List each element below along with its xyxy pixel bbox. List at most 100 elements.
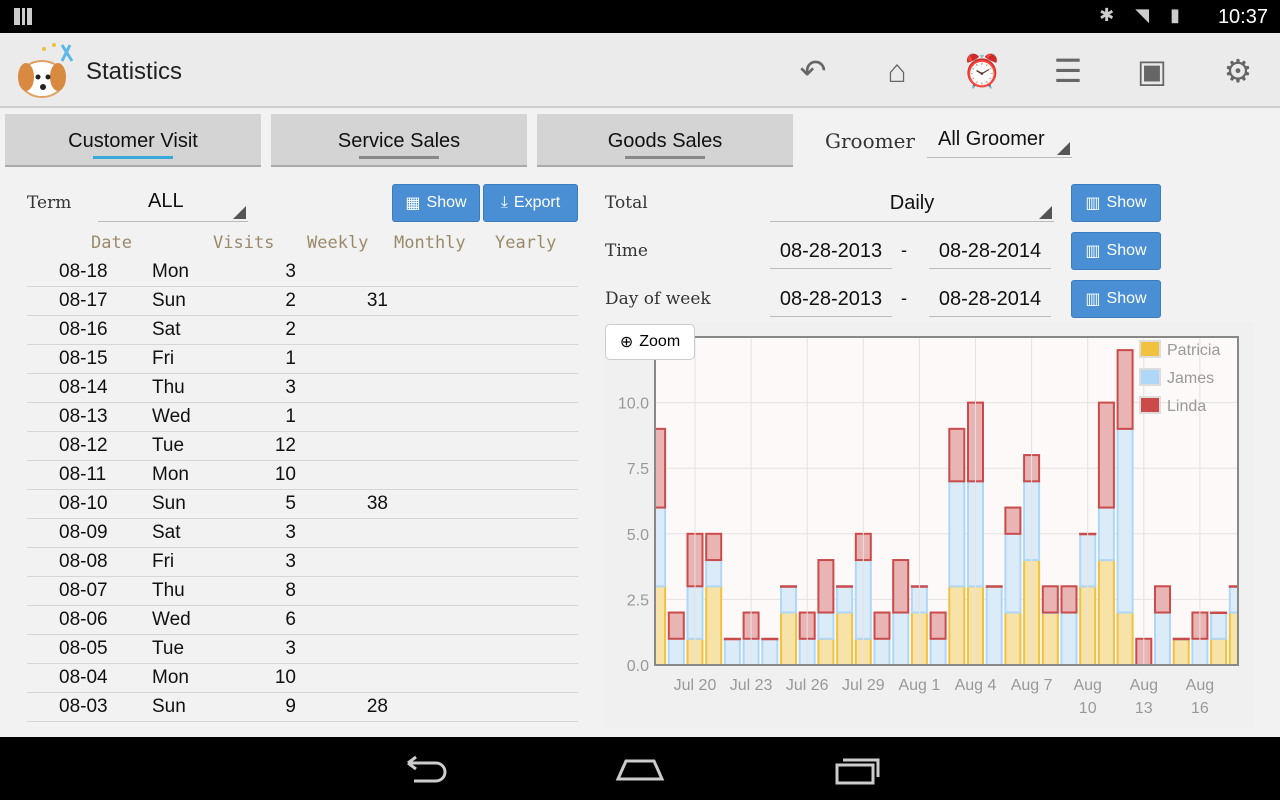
app-logo-icon — [18, 43, 74, 98]
x-tick-label: 13 — [1135, 700, 1153, 717]
table-row: 08-10 Sun 5 38 — [27, 490, 578, 519]
bar-linda — [780, 585, 797, 588]
visits-cell: 5 — [285, 493, 296, 514]
date-cell: 08-04 — [59, 667, 108, 688]
barcode-icon — [14, 8, 32, 25]
term-label: Term — [27, 193, 72, 213]
y-tick-label: 5.0 — [627, 527, 649, 544]
bar-james — [873, 637, 891, 665]
nav-bar — [0, 737, 1280, 800]
visits-cell: 1 — [285, 348, 296, 369]
x-tick-label: Aug 4 — [955, 677, 997, 694]
day-cell: Thu — [152, 377, 185, 398]
home-nav-icon[interactable] — [614, 755, 666, 783]
bar-linda — [817, 559, 835, 614]
x-tick-label: Jul 26 — [786, 677, 829, 694]
table-row: 08-03 Sun 9 28 — [27, 693, 578, 722]
home-icon[interactable]: ⌂ — [877, 51, 917, 91]
header-weekly: Weekly — [307, 233, 369, 253]
bar-linda — [1154, 585, 1171, 614]
day-cell: Mon — [152, 667, 189, 688]
bar-linda — [667, 611, 685, 640]
legend-swatch — [1139, 340, 1161, 358]
visits-cell: 9 — [285, 696, 296, 717]
download-icon: ⤓ — [500, 194, 508, 211]
customers-icon[interactable]: ☰ — [1048, 51, 1088, 91]
day-cell: Sat — [152, 319, 181, 340]
date-cell: 08-13 — [59, 406, 108, 427]
total-value: Daily — [889, 192, 935, 214]
show-label: Show — [1106, 194, 1147, 211]
time-to-field[interactable]: 08-28-2014 — [929, 236, 1051, 269]
dow-from-field[interactable]: 08-28-2013 — [770, 284, 892, 317]
bar-james — [1004, 532, 1022, 614]
bar-linda — [655, 427, 667, 509]
total-select[interactable]: Daily — [770, 188, 1054, 222]
status-bar: ✱ ◥ ▮ 10:37 — [0, 0, 1280, 33]
legend-swatch — [1139, 396, 1161, 414]
dow-show-button[interactable]: ▥ Show — [1071, 280, 1161, 318]
settings-icon[interactable]: ⚙ — [1218, 51, 1258, 91]
day-cell: Mon — [152, 261, 189, 282]
tab-service-sales[interactable]: Service Sales — [271, 114, 527, 167]
bar-james — [892, 611, 910, 665]
bar-linda — [723, 637, 741, 641]
bar-james — [667, 637, 685, 665]
undo-icon[interactable]: ↶ — [793, 51, 833, 91]
bar-linda — [1060, 585, 1078, 614]
table-row: 08-04 Mon 10 — [27, 664, 578, 693]
bar-patricia — [1116, 611, 1134, 665]
bar-linda — [1116, 349, 1134, 430]
date-cell: 08-03 — [59, 696, 108, 717]
visits-cell: 1 — [285, 406, 296, 427]
bar-linda — [1004, 506, 1022, 535]
bar-james — [655, 506, 667, 588]
day-cell: Sun — [152, 696, 186, 717]
status-icons: ✱ ◥ ▮ — [1099, 5, 1188, 25]
chart-icon: ▥ — [1085, 243, 1101, 260]
visits-cell: 3 — [285, 261, 296, 282]
day-cell: Fri — [152, 551, 175, 572]
zoom-button[interactable]: ⊕ Zoom — [605, 324, 695, 360]
table-row: 08-15 Fri 1 — [27, 345, 578, 374]
tab-label: Customer Visit — [68, 130, 198, 152]
visits-cell: 10 — [274, 667, 296, 688]
photo-icon[interactable]: ▣ — [1132, 51, 1172, 91]
export-button[interactable]: ⤓ Export — [483, 184, 578, 222]
term-select[interactable]: ALL — [98, 190, 248, 222]
weekly-cell: 31 — [366, 290, 388, 311]
bar-linda — [1041, 585, 1059, 614]
time-show-button[interactable]: ▥ Show — [1071, 232, 1161, 270]
bar-james — [1060, 611, 1078, 665]
tab-goods-sales[interactable]: Goods Sales — [537, 114, 793, 167]
dow-to-field[interactable]: 08-28-2014 — [929, 284, 1051, 317]
table-row: 08-06 Wed 6 — [27, 606, 578, 635]
recents-icon[interactable] — [834, 755, 882, 785]
bar-james — [705, 559, 723, 588]
total-show-button[interactable]: ▥ Show — [1071, 184, 1161, 222]
date-cell: 08-18 — [59, 261, 108, 282]
chart-panel: 0.0 2.5 5.0 7.5 10.0 Jul 20 Jul 23 Jul 26 Jul 29… — [605, 323, 1253, 728]
day-cell: Wed — [152, 406, 191, 427]
time-from-field[interactable]: 08-28-2013 — [770, 236, 892, 269]
visits-cell: 8 — [285, 580, 296, 601]
bar-james — [1154, 611, 1171, 665]
date-cell: 08-17 — [59, 290, 108, 311]
date-cell: 08-14 — [59, 377, 108, 398]
show-label: Show — [1106, 290, 1147, 307]
show-button[interactable]: ▦ Show — [392, 184, 480, 222]
weekly-cell: 38 — [366, 493, 388, 514]
groomer-select[interactable]: All Groomer — [927, 128, 1072, 158]
y-tick-label: 0.0 — [627, 658, 649, 675]
bar-james — [761, 637, 779, 665]
header-monthly: Monthly — [394, 233, 466, 253]
y-tick-label: 7.5 — [627, 461, 649, 478]
back-icon[interactable] — [400, 755, 448, 783]
bar-linda — [1172, 637, 1190, 641]
x-tick-label: Jul 20 — [674, 677, 717, 694]
header-yearly: Yearly — [495, 233, 557, 253]
tab-customer-visit[interactable]: Customer Visit — [5, 114, 261, 167]
stacked-bar-chart: 0.0 2.5 5.0 7.5 10.0 Jul 20 Jul 23 Jul 26 Jul 29… — [618, 336, 1239, 717]
alarm-icon[interactable]: ⏰ — [962, 51, 1002, 91]
bar-james — [985, 585, 1003, 665]
